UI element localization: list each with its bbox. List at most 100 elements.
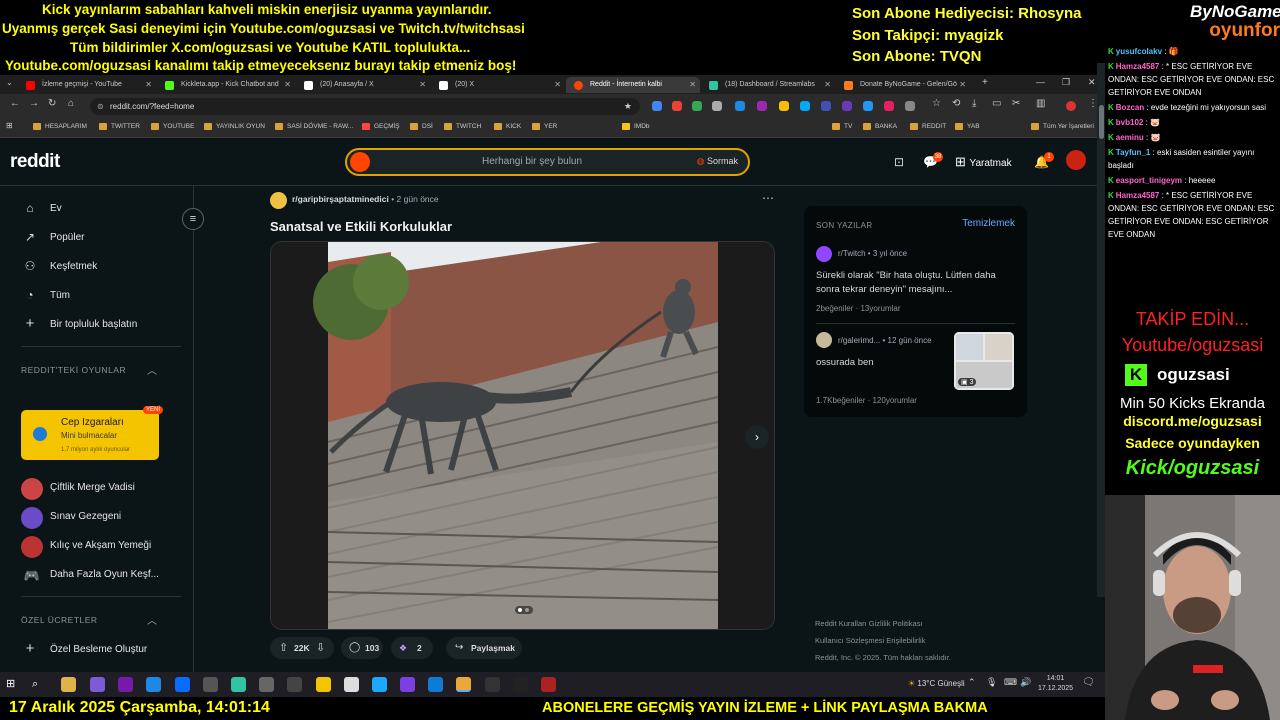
downvote-icon[interactable]: ⇩ <box>316 637 325 659</box>
scrollbar-track[interactable] <box>1097 63 1105 597</box>
recent-title[interactable]: ossurada ben <box>816 356 946 370</box>
browser-tab[interactable]: Kickleta.app - Kick Chatbot and ✕ <box>157 77 295 93</box>
close-icon[interactable]: ✕ <box>419 77 426 93</box>
scrollbar-thumb[interactable] <box>1099 105 1104 139</box>
browser-tab[interactable]: İzleme geçmişi - YouTube ✕ <box>18 77 156 93</box>
collapse-sidebar-button[interactable]: ≡ <box>182 208 204 230</box>
camera-icon[interactable] <box>259 677 274 692</box>
app-icon[interactable] <box>175 677 190 692</box>
browser-tab[interactable]: (20) X ✕ <box>431 77 565 93</box>
share-button[interactable]: ↪ Paylaşmak <box>446 637 522 659</box>
bookmark-folder[interactable]: GEÇMİŞ <box>362 123 400 130</box>
app-icon[interactable] <box>400 677 415 692</box>
recent-subreddit[interactable]: r/galerimd... • 12 gün önce <box>838 336 932 345</box>
nav-explore[interactable]: ⚇ Keşfetmek <box>22 259 98 273</box>
sidebar-icon[interactable]: ▥ <box>1036 98 1045 109</box>
bookmark-link[interactable]: IMDb <box>622 123 650 130</box>
site-info-icon[interactable]: ⊜ <box>97 98 104 115</box>
footer-line[interactable]: Reddit Kuralları Gizlilik Politikası <box>815 615 951 632</box>
subreddit-avatar[interactable] <box>270 192 287 209</box>
create-custom-feed[interactable]: + Özel Besleme Oluştur <box>22 640 148 657</box>
windows-start-icon[interactable]: ⊞ <box>6 677 21 692</box>
browser-tab-active[interactable]: Reddit - İnternetin kalbi ✕ <box>566 77 700 93</box>
clear-button[interactable]: Temizlemek <box>962 218 1015 229</box>
network-icon[interactable]: ⌨ <box>1004 677 1019 692</box>
bookmark-folder[interactable]: YAB <box>955 123 980 130</box>
edge-icon[interactable] <box>428 677 443 692</box>
extensions-puzzle-icon[interactable] <box>905 101 915 111</box>
footer-line[interactable]: Kullanıcı Sözleşmesi Erişilebilirlik <box>815 632 951 649</box>
game-item[interactable]: Çiftlik Merge Vadisi <box>21 478 135 500</box>
cast-icon[interactable]: ▭ <box>992 98 1001 109</box>
subreddit-link[interactable]: r/garipbirşaptatminedici <box>292 194 389 204</box>
recent-thumbnail[interactable]: ▣ 3 <box>954 332 1014 390</box>
extension-icon[interactable] <box>652 101 662 111</box>
extension-icon[interactable] <box>712 101 722 111</box>
recent-subreddit[interactable]: r/Twitch • 3 yıl önce <box>838 249 907 258</box>
bookmark-star-icon[interactable]: ★ <box>624 98 632 115</box>
streamlabs-icon[interactable] <box>231 677 246 692</box>
close-icon[interactable]: ✕ <box>284 77 291 93</box>
minimize-icon[interactable]: — <box>1036 77 1045 87</box>
screenshot-icon[interactable]: ✂ <box>1012 98 1020 109</box>
extension-icon[interactable] <box>863 101 873 111</box>
bookmark-folder[interactable]: TWITTER <box>99 123 140 130</box>
home-icon[interactable]: ⌂ <box>68 98 74 109</box>
post-title[interactable]: Sanatsal ve Etkili Korkuluklar <box>270 219 452 234</box>
chevron-up-icon[interactable]: ︿ <box>147 612 157 627</box>
forward-icon[interactable]: → <box>29 98 39 109</box>
advertise-icon[interactable]: ⊡ <box>894 155 904 169</box>
award-button[interactable]: ❖ 2 <box>391 637 433 659</box>
bookmark-folder[interactable]: SASİ DÖVME - RAW... <box>275 123 353 130</box>
create-button[interactable]: ⊞ Yaratmak <box>955 154 1012 170</box>
download-icon[interactable]: ⤓ <box>972 98 976 109</box>
bookmark-folder[interactable]: HESAPLARIM <box>33 123 87 130</box>
nav-all[interactable]: ◔ Tüm <box>22 288 70 302</box>
bookmark-folder[interactable]: YAYINLIK OYUN <box>204 123 265 130</box>
browser-tab[interactable]: Donate ByNoGame - Gelen/Gö ✕ <box>836 77 970 93</box>
app-icon[interactable] <box>344 677 359 692</box>
all-bookmarks[interactable]: Tüm Yer İşaretleri <box>1031 123 1094 130</box>
browser-tab[interactable]: (18) Dashboard / Streamlabs ✕ <box>701 77 835 93</box>
extension-icon[interactable] <box>800 101 810 111</box>
close-icon[interactable]: ✕ <box>959 77 966 93</box>
chrome-icon[interactable] <box>456 677 471 692</box>
close-window-icon[interactable]: ✕ <box>1088 77 1096 88</box>
weather-widget[interactable]: ☀ 13°C Güneşli <box>908 679 965 688</box>
bookmark-folder[interactable]: YOUTUBE <box>151 123 194 130</box>
bookmark-folder[interactable]: KICK <box>494 123 521 130</box>
close-icon[interactable]: ✕ <box>824 77 831 93</box>
browser-tab[interactable]: (20) Anasayfa / X ✕ <box>296 77 430 93</box>
tab-list-icon[interactable]: ⌄ <box>6 78 13 87</box>
close-icon[interactable]: ✕ <box>689 77 696 93</box>
game-item[interactable]: Kılıç ve Akşam Yemeği <box>21 536 151 558</box>
upvote-icon[interactable]: ⇧ <box>279 637 288 659</box>
app-icon[interactable] <box>372 677 387 692</box>
app-icon[interactable] <box>203 677 218 692</box>
app-icon[interactable] <box>513 677 528 692</box>
more-games[interactable]: 🎮 Daha Fazla Oyun Keşf... <box>21 568 159 583</box>
post-image-gallery[interactable]: › <box>270 241 775 630</box>
comments-button[interactable]: ◯ 103 <box>341 637 383 659</box>
extension-icon[interactable] <box>842 101 852 111</box>
url-input[interactable]: ⊜ reddit.com/?feed=home ★ <box>90 98 640 115</box>
profile-avatar[interactable] <box>1066 101 1076 111</box>
volume-icon[interactable]: 🔊 <box>1020 677 1035 692</box>
app-icon[interactable] <box>287 677 302 692</box>
tray-chevron-icon[interactable]: ⌃ <box>968 677 983 692</box>
apps-icon[interactable]: ⊞ <box>6 121 13 130</box>
extension-icon[interactable] <box>757 101 767 111</box>
ask-button[interactable]: ◍ Sormak <box>697 156 738 167</box>
games-section-header[interactable]: REDDIT'TEKİ OYUNLAR <box>21 365 126 375</box>
bookmark-folder[interactable]: BANKA <box>863 123 897 130</box>
close-icon[interactable]: ✕ <box>554 77 561 93</box>
nav-popular[interactable]: ↗ Popüler <box>22 230 85 244</box>
onenote-icon[interactable] <box>118 677 133 692</box>
bookmark-folder[interactable]: REDDIT <box>910 123 946 130</box>
extension-icon[interactable] <box>692 101 702 111</box>
bookmark-folder[interactable]: TV <box>832 123 852 130</box>
more-options-icon[interactable]: ⋯ <box>762 191 774 205</box>
nav-home[interactable]: ⌂ Ev <box>22 201 61 215</box>
app-icon[interactable] <box>90 677 105 692</box>
extension-icon[interactable] <box>735 101 745 111</box>
